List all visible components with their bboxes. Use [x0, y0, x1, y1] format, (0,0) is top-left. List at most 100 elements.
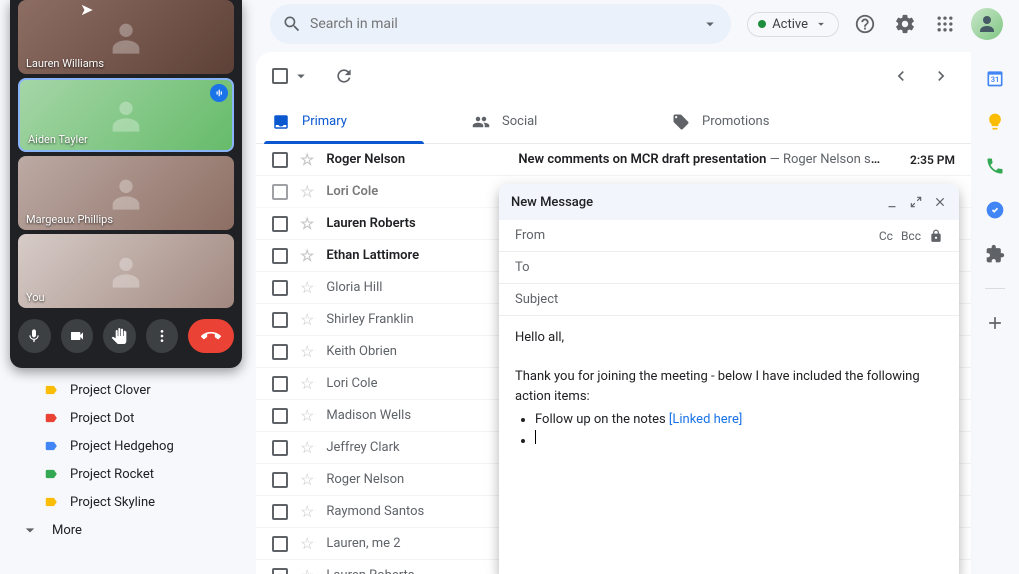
- cursor-icon: ➤: [80, 0, 93, 19]
- star-icon[interactable]: ☆: [300, 278, 314, 297]
- tag-icon: [672, 113, 690, 131]
- bcc-toggle[interactable]: Bcc: [901, 229, 921, 243]
- email-checkbox[interactable]: [272, 248, 288, 264]
- call-participant[interactable]: Margeaux Phillips: [18, 156, 234, 230]
- speaking-icon: [210, 84, 228, 102]
- compose-link[interactable]: [Linked here]: [669, 412, 742, 427]
- email-checkbox[interactable]: [272, 376, 288, 392]
- refresh-icon[interactable]: [330, 62, 358, 90]
- label-text: Project Clover: [70, 383, 151, 398]
- calendar-icon[interactable]: 31: [985, 68, 1005, 88]
- cc-toggle[interactable]: Cc: [879, 229, 893, 243]
- star-icon[interactable]: ☆: [300, 406, 314, 425]
- select-all[interactable]: [272, 67, 310, 85]
- email-sender: Gloria Hill: [326, 280, 506, 295]
- email-checkbox[interactable]: [272, 312, 288, 328]
- status-chip[interactable]: Active: [747, 12, 839, 37]
- sidebar-label[interactable]: Project Clover: [8, 376, 256, 404]
- email-checkbox[interactable]: [272, 536, 288, 552]
- email-checkbox[interactable]: [272, 344, 288, 360]
- compose-to[interactable]: To: [499, 252, 959, 284]
- email-checkbox[interactable]: [272, 184, 288, 200]
- prev-page-icon[interactable]: [887, 62, 915, 90]
- help-icon[interactable]: [851, 10, 879, 38]
- status-dot-icon: [758, 20, 766, 28]
- tab-label: Promotions: [702, 114, 769, 129]
- account-avatar[interactable]: [971, 8, 1003, 40]
- star-icon[interactable]: ☆: [300, 150, 314, 169]
- participant-name: Aiden Tayler: [28, 133, 88, 146]
- email-checkbox[interactable]: [272, 504, 288, 520]
- call-participant[interactable]: Lauren Williams: [18, 0, 234, 74]
- star-icon[interactable]: ☆: [300, 470, 314, 489]
- sidebar-more[interactable]: More: [8, 516, 256, 544]
- more-options-button[interactable]: [146, 319, 179, 353]
- keep-icon[interactable]: [985, 112, 1005, 132]
- email-checkbox[interactable]: [272, 472, 288, 488]
- email-checkbox[interactable]: [272, 408, 288, 424]
- label-text: Project Rocket: [70, 467, 154, 482]
- phone-icon[interactable]: [985, 156, 1005, 176]
- star-icon[interactable]: ☆: [300, 534, 314, 553]
- label-text: Project Dot: [70, 411, 134, 426]
- email-checkbox[interactable]: [272, 568, 288, 574]
- email-checkbox[interactable]: [272, 440, 288, 456]
- email-sender: Raymond Santos: [326, 504, 506, 519]
- tab-primary[interactable]: Primary: [256, 100, 456, 143]
- status-label: Active: [772, 17, 808, 32]
- sidebar-label[interactable]: Project Skyline: [8, 488, 256, 516]
- email-sender: Jeffrey Clark: [326, 440, 506, 455]
- sidebar-label[interactable]: Project Rocket: [8, 460, 256, 488]
- email-checkbox[interactable]: [272, 152, 288, 168]
- compose-from[interactable]: From Cc Bcc: [499, 220, 959, 252]
- search-options-icon[interactable]: [701, 15, 719, 33]
- raise-hand-button[interactable]: [103, 319, 136, 353]
- email-sender: Ethan Lattimore: [326, 248, 506, 263]
- email-checkbox[interactable]: [272, 216, 288, 232]
- tasks-icon[interactable]: [985, 200, 1005, 220]
- participant-name: You: [26, 291, 45, 304]
- contacts-icon[interactable]: [985, 244, 1005, 264]
- star-icon[interactable]: ☆: [300, 566, 314, 574]
- star-icon[interactable]: ☆: [300, 214, 314, 233]
- star-icon[interactable]: ☆: [300, 374, 314, 393]
- email-row[interactable]: ☆ Roger Nelson New comments on MCR draft…: [256, 144, 971, 176]
- add-addon-icon[interactable]: [985, 313, 1005, 333]
- participant-name: Lauren Williams: [26, 57, 104, 70]
- label-tag-icon: [44, 495, 58, 509]
- select-all-checkbox[interactable]: [272, 68, 288, 84]
- email-checkbox[interactable]: [272, 280, 288, 296]
- star-icon[interactable]: ☆: [300, 502, 314, 521]
- camera-button[interactable]: [61, 319, 94, 353]
- close-icon[interactable]: [933, 195, 947, 209]
- label-tag-icon: [44, 383, 58, 397]
- star-icon[interactable]: ☆: [300, 310, 314, 329]
- lock-icon[interactable]: [929, 229, 943, 243]
- search-bar[interactable]: [270, 4, 731, 44]
- star-icon[interactable]: ☆: [300, 246, 314, 265]
- mute-button[interactable]: [18, 319, 51, 353]
- email-time: 2:35 PM: [895, 153, 955, 167]
- compose-title: New Message: [511, 195, 593, 210]
- star-icon[interactable]: ☆: [300, 182, 314, 201]
- hangup-button[interactable]: [188, 319, 234, 353]
- sidebar-label[interactable]: Project Hedgehog: [8, 432, 256, 460]
- compose-body[interactable]: Hello all, Thank you for joining the mee…: [499, 316, 959, 462]
- apps-icon[interactable]: [931, 10, 959, 38]
- minimize-icon[interactable]: [885, 195, 899, 209]
- compose-subject[interactable]: Subject: [499, 284, 959, 316]
- sidebar-label[interactable]: Project Dot: [8, 404, 256, 432]
- inbox-icon: [272, 113, 290, 131]
- email-subject: New comments on MCR draft presentation —…: [518, 152, 883, 167]
- fullscreen-icon[interactable]: [909, 195, 923, 209]
- star-icon[interactable]: ☆: [300, 342, 314, 361]
- call-participant[interactable]: Aiden Tayler: [18, 78, 234, 152]
- call-participant[interactable]: You: [18, 234, 234, 308]
- tab-social[interactable]: Social: [456, 100, 656, 143]
- tab-promotions[interactable]: Promotions: [656, 100, 856, 143]
- next-page-icon[interactable]: [927, 62, 955, 90]
- search-input[interactable]: [310, 16, 693, 32]
- star-icon[interactable]: ☆: [300, 438, 314, 457]
- compose-header[interactable]: New Message: [499, 184, 959, 220]
- settings-icon[interactable]: [891, 10, 919, 38]
